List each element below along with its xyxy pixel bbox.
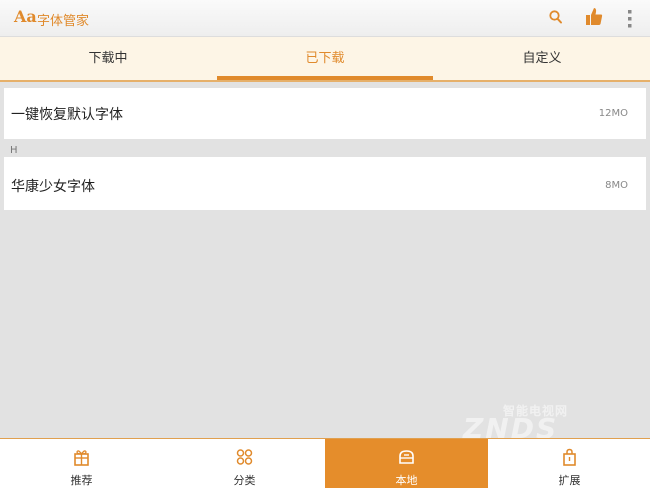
app-logo: Aa <box>14 7 37 26</box>
nav-recommend[interactable]: 推荐 <box>0 439 163 488</box>
tab-downloaded[interactable]: 已下载 <box>217 37 433 80</box>
overflow-menu-icon[interactable] <box>626 9 634 33</box>
gift-icon <box>74 450 89 466</box>
nav-label: 分类 <box>233 474 256 487</box>
nav-extension[interactable]: 扩展 <box>488 439 650 488</box>
tab-divider <box>0 80 650 82</box>
font-name: 一键恢复默认字体 <box>11 107 123 123</box>
nav-label: 扩展 <box>558 474 581 487</box>
nav-local[interactable]: 本地 <box>325 439 488 488</box>
bottom-navigation: 推荐 分类 本地 扩展 <box>0 438 650 488</box>
app-bar: Aa 字体管家 <box>0 0 650 37</box>
nav-category[interactable]: 分类 <box>163 439 326 488</box>
nav-label: 本地 <box>395 474 418 487</box>
section-header: H <box>10 145 18 156</box>
font-name: 华康少女字体 <box>11 179 95 195</box>
shopping-bag-icon <box>563 448 576 466</box>
tab-bar: 下载中 已下载 自定义 <box>0 37 650 80</box>
thumbs-up-icon[interactable] <box>584 6 604 32</box>
tab-downloading[interactable]: 下载中 <box>0 37 216 80</box>
font-size: 8MO <box>605 180 628 191</box>
app-title: 字体管家 <box>37 14 90 29</box>
list-item-restore-default[interactable]: 一键恢复默认字体 12MO <box>4 88 646 139</box>
nav-label: 推荐 <box>70 474 93 487</box>
list-item-font[interactable]: 华康少女字体 8MO <box>4 157 646 210</box>
tab-custom[interactable]: 自定义 <box>434 37 650 80</box>
local-storage-icon <box>399 450 414 464</box>
font-size: 12MO <box>598 108 628 119</box>
search-icon[interactable] <box>548 8 564 30</box>
category-icon <box>236 449 253 465</box>
